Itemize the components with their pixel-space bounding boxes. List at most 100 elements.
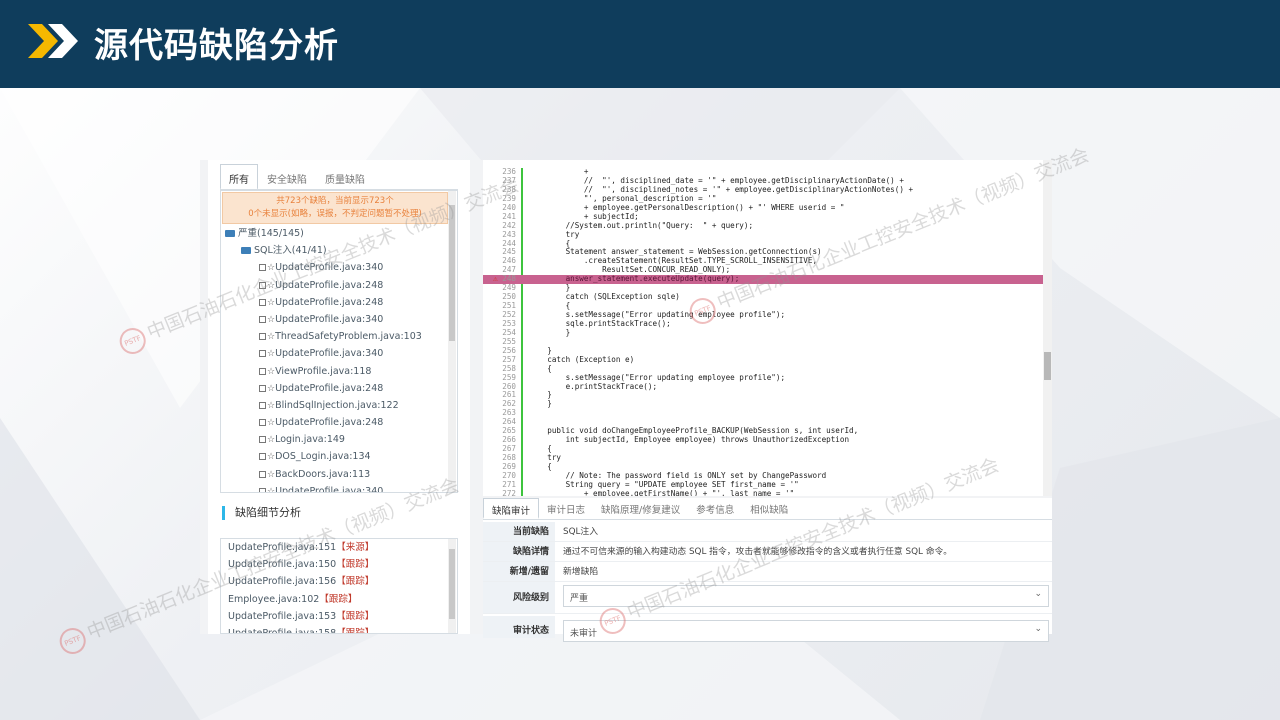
prop-risk-level: 风险级别 严重 ⌄: [483, 582, 1052, 614]
trace-file: UpdateProfile.java:153: [228, 610, 337, 622]
tree-item-label: UpdateProfile.java:248: [275, 417, 384, 429]
tree-item-file[interactable]: ☆Login.java:149: [221, 431, 457, 448]
tree-item-file[interactable]: ☆UpdateProfile.java:340: [221, 483, 457, 493]
checkbox[interactable]: [259, 281, 266, 289]
tree-item-label: UpdateProfile.java:340: [275, 262, 384, 274]
trace-tag: 【跟踪】: [336, 559, 375, 571]
checkbox[interactable]: [259, 264, 266, 272]
tree-item-label: Login.java:149: [275, 434, 345, 446]
code-lines: 236 +237 // "', disciplined_date = '" + …: [483, 167, 1043, 496]
trace-row[interactable]: UpdateProfile.java:156【跟踪】: [221, 573, 457, 590]
star-icon[interactable]: ☆: [267, 332, 275, 342]
star-icon[interactable]: ☆: [267, 435, 275, 445]
checkbox[interactable]: [259, 470, 266, 478]
tree-item-label: DOS_Login.java:134: [275, 451, 371, 463]
checkbox[interactable]: [259, 367, 266, 375]
star-icon[interactable]: ☆: [267, 281, 275, 291]
checkbox[interactable]: [259, 333, 266, 341]
tab-quality[interactable]: 质量缺陷: [316, 164, 374, 190]
checkbox[interactable]: [259, 487, 266, 492]
checkbox[interactable]: [259, 298, 266, 306]
star-icon[interactable]: ☆: [267, 401, 275, 411]
folder-icon: [225, 230, 235, 237]
checkbox[interactable]: [259, 419, 266, 427]
code-scrollbar[interactable]: [1043, 160, 1052, 496]
tree-scroll-thumb[interactable]: [449, 205, 455, 341]
tree-item-file[interactable]: ☆UpdateProfile.java:340: [221, 345, 457, 362]
trace-file: UpdateProfile.java:158: [228, 627, 337, 634]
code-line: 266 int subjectId, Employee employee) th…: [483, 435, 1043, 445]
tree-item-label: UpdateProfile.java:340: [275, 485, 384, 493]
star-icon[interactable]: ☆: [267, 470, 275, 480]
star-icon[interactable]: ☆: [267, 487, 275, 492]
detail-scrollbar[interactable]: [448, 539, 456, 633]
tree-item-file[interactable]: ☆ThreadSafetyProblem.java:103: [221, 328, 457, 345]
star-icon[interactable]: ☆: [267, 298, 275, 308]
risk-level-select[interactable]: 严重 ⌄: [563, 585, 1049, 607]
tree-node-category[interactable]: SQL注入(41/41): [221, 242, 457, 259]
prop-value: 通过不可信来源的输入构建动态 SQL 指令，攻击者就能够修改指令的含义或者执行任…: [563, 547, 953, 557]
star-icon[interactable]: ☆: [267, 349, 275, 359]
trace-row[interactable]: UpdateProfile.java:151【来源】: [221, 539, 457, 556]
tree-item-file[interactable]: ☆BackDoors.java:113: [221, 466, 457, 483]
tree-item-file[interactable]: ☆UpdateProfile.java:248: [221, 380, 457, 397]
tab-all[interactable]: 所有: [220, 164, 258, 190]
tree-item-label: BackDoors.java:113: [275, 468, 371, 480]
tab-audit-log[interactable]: 审计日志: [539, 498, 593, 519]
star-icon[interactable]: ☆: [267, 452, 275, 462]
prop-new-legacy: 新增/遗留 新增缺陷: [483, 562, 1052, 582]
star-icon[interactable]: ☆: [267, 367, 275, 377]
tree-item-file[interactable]: ☆UpdateProfile.java:340: [221, 311, 457, 328]
left-panel: 所有 安全缺陷 质量缺陷 共723个缺陷，当前显示723个 0个未显示(如略，误…: [208, 160, 470, 634]
code-scroll-thumb[interactable]: [1044, 352, 1051, 380]
detail-scroll-thumb[interactable]: [449, 549, 455, 619]
folder-icon: [241, 247, 251, 255]
trace-row[interactable]: UpdateProfile.java:158【跟踪】: [221, 625, 457, 634]
trace-row[interactable]: UpdateProfile.java:153【跟踪】: [221, 608, 457, 625]
defect-tree: 严重(145/145) SQL注入(41/41) ☆UpdateProfile.…: [221, 225, 457, 493]
tree-item-label: ThreadSafetyProblem.java:103: [275, 331, 422, 343]
code-line: 261 }: [483, 390, 1043, 400]
checkbox[interactable]: [259, 453, 266, 461]
checkbox[interactable]: [259, 384, 266, 392]
checkbox[interactable]: [259, 315, 266, 323]
checkbox[interactable]: [259, 436, 266, 444]
prop-audit-status: 审计状态 未审计 ⌄: [483, 616, 1052, 642]
tree-item-file[interactable]: ☆DOS_Login.java:134: [221, 448, 457, 465]
tree-node-severity[interactable]: 严重(145/145): [221, 225, 457, 242]
trace-row[interactable]: Employee.java:102【跟踪】: [221, 591, 457, 608]
checkbox[interactable]: [259, 401, 266, 409]
defect-count-notice: 共723个缺陷，当前显示723个 0个未显示(如略，误报，不判定问题暂不处理): [222, 192, 448, 224]
trace-tag: 【跟踪】: [336, 627, 375, 634]
prop-current-defect: 当前缺陷 SQL注入: [483, 522, 1052, 542]
trace-row[interactable]: UpdateProfile.java:150【跟踪】: [221, 556, 457, 573]
tab-defect-audit[interactable]: 缺陷审计: [483, 498, 540, 519]
code-line: 272 + employee.getFirstName() + "', last…: [483, 489, 1043, 496]
star-icon[interactable]: ☆: [267, 315, 275, 325]
prop-value: 新增缺陷: [563, 567, 599, 577]
tree-item-file[interactable]: ☆UpdateProfile.java:248: [221, 294, 457, 311]
star-icon[interactable]: ☆: [267, 418, 275, 428]
tab-similar-defects[interactable]: 相似缺陷: [742, 498, 796, 519]
tree-item-file[interactable]: ☆UpdateProfile.java:340: [221, 259, 457, 276]
trace-file: Employee.java:102: [228, 593, 320, 605]
tree-item-file[interactable]: ☆UpdateProfile.java:248: [221, 277, 457, 294]
star-icon[interactable]: ☆: [267, 384, 275, 394]
detail-trace-list: UpdateProfile.java:151【来源】 UpdateProfile.…: [220, 538, 458, 634]
tree-scrollbar[interactable]: [448, 191, 456, 492]
tree-item-file[interactable]: ☆BlindSqlInjection.java:122: [221, 397, 457, 414]
star-icon[interactable]: ☆: [267, 263, 275, 273]
audit-status-select[interactable]: 未审计 ⌄: [563, 620, 1049, 642]
tab-principle-fix[interactable]: 缺陷原理/修复建议: [593, 498, 688, 519]
chevron-down-icon: ⌄: [1034, 589, 1042, 599]
trace-tag: 【跟踪】: [336, 610, 375, 622]
trace-file: UpdateProfile.java:156: [228, 576, 337, 588]
prop-value: SQL注入: [563, 527, 599, 537]
checkbox[interactable]: [259, 350, 266, 358]
tree-item-file[interactable]: ☆ViewProfile.java:118: [221, 363, 457, 380]
tree-item-label: UpdateProfile.java:248: [275, 296, 384, 308]
tree-item-file[interactable]: ☆UpdateProfile.java:248: [221, 414, 457, 431]
code-line: 257 catch (Exception e): [483, 355, 1043, 365]
tab-reference[interactable]: 参考信息: [688, 498, 742, 519]
tab-security[interactable]: 安全缺陷: [258, 164, 316, 190]
